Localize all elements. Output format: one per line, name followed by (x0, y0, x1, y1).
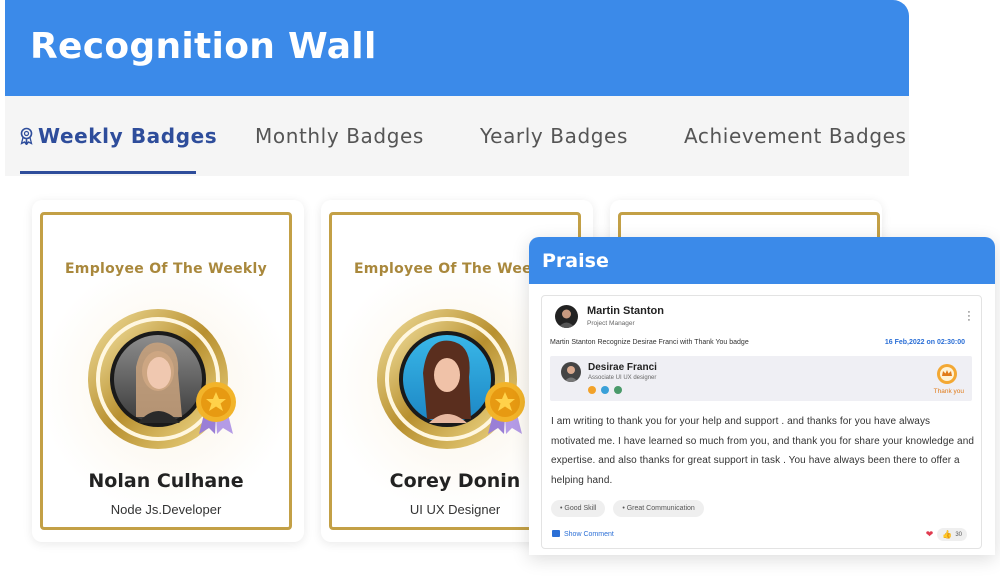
heart-icon[interactable]: ❤ (926, 529, 934, 540)
show-comment-link[interactable]: Show Comment (552, 530, 614, 538)
tab-label: Yearly Badges (480, 124, 628, 148)
praise-post: Martin Stanton Project Manager · · · Marti… (541, 295, 982, 549)
show-comment-label: Show Comment (564, 531, 614, 538)
tab-label: Weekly Badges (38, 124, 218, 148)
tab-label: Achievement Badges (684, 124, 907, 148)
author-name[interactable]: Martin Stanton (587, 305, 664, 317)
recipient-avatar[interactable] (561, 362, 581, 382)
thank-you-label: Thank you (933, 388, 964, 395)
tab-yearly-badges[interactable]: Yearly Badges (480, 124, 628, 148)
praise-panel: Praise Martin Stanton Project Manager · ·… (529, 237, 995, 555)
badge-card-label: Employee Of The Weekly (64, 261, 268, 277)
praise-tags: • Good Skill • Great Communication (551, 500, 704, 517)
praise-message: I am writing to thank you for your help … (551, 416, 975, 486)
reactions[interactable]: ❤ 👍 30 (926, 528, 967, 541)
praise-title: Praise (529, 237, 995, 284)
card-frame: Employee Of The Weekly Nolan Culhane Nod… (40, 212, 292, 530)
employee-role: Node Js.Developer (110, 502, 222, 517)
recognition-text: Martin Stanton Recognize Desirae Franci … (550, 339, 749, 346)
recipient-box: Desirae Franci Associate UI UX designer … (550, 356, 972, 401)
badge-ribbon-icon (19, 126, 34, 150)
recipient-name[interactable]: Desirae Franci (588, 362, 657, 373)
tab-label: Monthly Badges (255, 124, 424, 148)
ribbon-icon (614, 386, 622, 394)
author-avatar[interactable] (555, 305, 578, 328)
post-timestamp: 16 Feb,2022 on 02:30:00 (884, 339, 965, 346)
gold-award-badge-icon (196, 382, 236, 434)
reaction-count: 30 (955, 531, 962, 538)
badge-tabs: Weekly Badges Monthly Badges Yearly Badg… (5, 96, 909, 176)
gold-award-badge-icon (485, 382, 525, 434)
tab-monthly-badges[interactable]: Monthly Badges (255, 124, 424, 148)
active-tab-indicator (20, 171, 196, 174)
recipient-badges (588, 386, 622, 394)
author-title: Project Manager (587, 320, 635, 327)
globe-icon (601, 386, 609, 394)
employee-name: Nolan Culhane (88, 470, 244, 492)
reaction-count-pill[interactable]: 👍 30 (937, 528, 967, 541)
tab-achievement-badges[interactable]: Achievement Badges (684, 124, 907, 148)
page-header: Recognition Wall (5, 0, 909, 96)
comment-icon (552, 530, 560, 537)
tab-weekly-badges[interactable]: Weekly Badges (19, 124, 217, 150)
page-title: Recognition Wall (30, 26, 377, 67)
award-icon (588, 386, 596, 394)
tag-great-communication[interactable]: • Great Communication (613, 500, 704, 517)
more-options-icon[interactable]: · · · (967, 307, 971, 326)
recipient-title: Associate UI UX designer (588, 375, 657, 381)
badge-card[interactable]: Employee Of The Weekly Nolan Culhane Nod… (32, 200, 304, 542)
tag-good-skill[interactable]: • Good Skill (551, 500, 606, 517)
thumbs-up-icon: 👍 (942, 530, 953, 539)
thank-you-badge-icon (937, 364, 957, 384)
